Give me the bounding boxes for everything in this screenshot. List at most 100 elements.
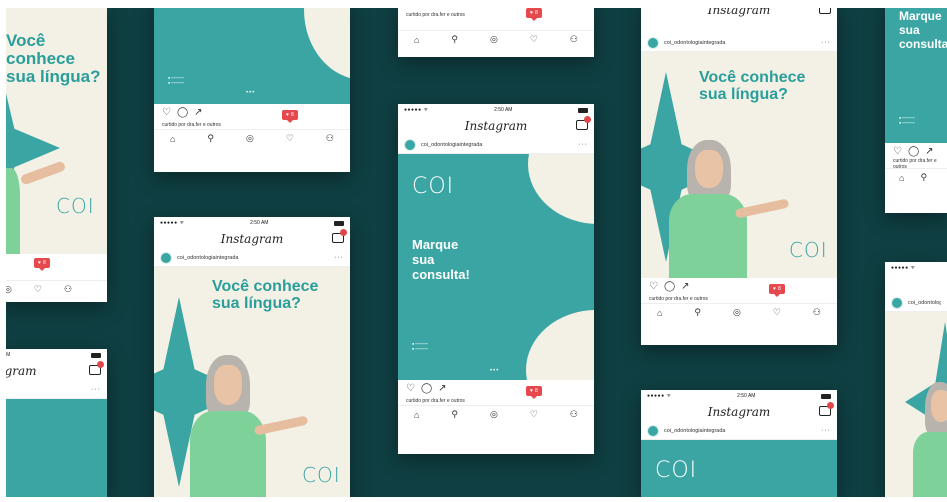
post-header: coi_odontologiaintegrada ··· [0,381,107,399]
phone-right-question: Instagram coi_odontologiaintegrada ··· V… [641,0,837,345]
inbox-icon[interactable] [576,116,591,130]
likes-badge: ♥ 8 [526,8,542,21]
more-icon[interactable]: ··· [821,39,831,46]
post-header: coi_odontologiaintegrada ··· [398,136,594,154]
likes-badge: ♥ 8 [282,110,298,123]
username[interactable]: coi_odontologiaintegrada [664,40,816,46]
post-image: Marque sua consulta! ■ ━━━━━━■ ━━━━━━ [885,0,947,143]
app-header: Instagram [0,361,107,381]
comment-icon[interactable]: ◯ [177,107,188,118]
bottom-nav: ⌂ ⚲ ◎ ♡ ⚇ [641,303,837,321]
avatar[interactable] [160,251,172,264]
bottom-nav: ⌂ ⚲ ◎ ♡ ⚇ [398,405,594,423]
likes-badge: ♥ 8 [34,258,50,271]
heart-icon[interactable]: ♡ [649,281,658,292]
username[interactable]: coi_odontologiaintegrada [421,142,573,148]
app-header: Instagram [398,116,594,136]
avatar[interactable] [647,424,659,437]
phone-top-2: consulta! ■ ━━━━━━■ ━━━━━━ ••• ♡ ◯ ↗ cur… [154,0,350,172]
comment-icon[interactable]: ◯ [664,281,675,292]
avatar[interactable] [404,138,416,151]
post-image: Você conhece sua língua? COI [0,8,107,254]
heart-icon[interactable]: ♡ [530,34,538,45]
liked-by-text: curtido por dra.fer e outros [893,157,937,170]
more-icon[interactable]: ··· [821,427,831,434]
camera-icon[interactable]: ◎ [490,409,498,420]
avatar[interactable] [891,296,903,309]
bottom-nav: ⌂ ⚲ [885,168,947,186]
profile-icon[interactable]: ⚇ [64,284,72,295]
profile-icon[interactable]: ⚇ [570,34,578,45]
search-icon[interactable]: ⚲ [451,409,458,420]
app-header: Instagram [641,402,837,422]
home-icon[interactable]: ⌂ [414,410,419,420]
inbox-icon[interactable] [819,402,834,416]
profile-icon[interactable]: ⚇ [813,307,821,318]
heart-icon[interactable]: ♡ [34,284,42,295]
brand-logo: COI [412,174,455,199]
brand-logo: COI [789,238,828,262]
comment-icon[interactable]: ◯ [908,146,919,157]
comment-icon[interactable]: ◯ [421,383,432,394]
brand-logo: COI [655,458,698,483]
username[interactable]: coi_odontologiaintegrada [664,428,816,434]
phone-bottom-center: ●●●●● ᯤ 2:50 AM Instagram coi_odontologi… [641,390,837,502]
mockup-scene: Você conhece sua língua? COI ♥ 8 ◎ ♡ ⚇ c… [0,0,947,502]
brand-logo: COI [302,463,341,487]
heart-icon[interactable]: ♡ [406,383,415,394]
likes-badge: ♥ 8 [526,386,542,399]
status-bar: ●●●●● ᯤ 2:50 AM [398,104,594,116]
search-icon[interactable]: ⚲ [207,133,214,144]
profile-icon[interactable]: ⚇ [326,133,334,144]
heart-icon[interactable]: ♡ [893,146,902,157]
post-actions: ♡ ◯ ↗ [641,278,837,294]
camera-icon[interactable]: ◎ [246,133,254,144]
post-header: coi_odontologiaintegrada [885,294,947,312]
phone-left-question: ●●●●● ᯤ 2:50 AM Instagram coi_odontologi… [154,217,350,502]
status-bar: ●●●●● ᯤ 2:50 AM [641,390,837,402]
post-header: coi_odontologiaintegrada ··· [154,249,350,267]
more-icon[interactable]: ··· [578,141,588,148]
search-icon[interactable]: ⚲ [694,307,701,318]
inbox-icon[interactable] [332,229,347,243]
bottom-nav: ⌂ ⚲ ◎ ♡ ⚇ [398,30,594,48]
phone-right-edge-bottom: ●●●●● ᯤ coi_odontologiaintegrada [885,262,947,502]
app-header: Instagram [154,229,350,249]
inbox-icon[interactable] [89,361,104,375]
home-icon[interactable]: ⌂ [657,308,662,318]
post-image: Você conhece sua língua? COI [154,267,350,502]
heart-icon[interactable]: ♡ [162,107,171,118]
status-bar: ●●●●● ᯤ [891,265,916,271]
more-icon[interactable]: ··· [91,386,101,393]
phone-top-left: Você conhece sua língua? COI ♥ 8 ◎ ♡ ⚇ [0,8,107,302]
camera-icon[interactable]: ◎ [490,34,498,45]
heart-icon[interactable]: ♡ [286,133,294,144]
share-icon[interactable]: ↗ [925,146,933,157]
phone-right-edge-top: Marque sua consulta! ■ ━━━━━━■ ━━━━━━ ♡ … [885,0,947,213]
bottom-nav: ◎ ♡ ⚇ [0,280,107,298]
post-headline: Você conhece sua língua? [6,31,101,86]
heart-icon[interactable]: ♡ [530,409,538,420]
phone-top-3: curtido por dra.fer e outros ♥ 8 ⌂ ⚲ ◎ ♡… [398,0,594,57]
share-icon[interactable]: ↗ [438,383,446,394]
search-icon[interactable]: ⚲ [451,34,458,45]
heart-icon[interactable]: ♡ [773,307,781,318]
home-icon[interactable]: ⌂ [170,134,175,144]
liked-by-text: curtido por dra.fer e outros [649,295,708,302]
avatar[interactable] [647,36,659,49]
share-icon[interactable]: ↗ [681,281,689,292]
more-icon[interactable]: ··· [334,254,344,261]
camera-icon[interactable]: ◎ [733,307,741,318]
username[interactable]: coi_odontologiaintegrada [0,387,86,393]
profile-icon[interactable]: ⚇ [570,409,578,420]
username[interactable]: coi_odontologiaintegrada [908,300,941,306]
search-icon[interactable]: ⚲ [920,172,927,183]
post-image: Você conhece sua língua? COI [641,52,837,278]
home-icon[interactable]: ⌂ [899,173,904,183]
home-icon[interactable]: ⌂ [414,35,419,45]
liked-by-text: curtido por dra.fer e outros [406,397,465,404]
share-icon[interactable]: ↗ [194,107,202,118]
bottom-nav: ⌂ ⚲ ◎ ♡ ⚇ [154,129,350,147]
username[interactable]: coi_odontologiaintegrada [177,255,329,261]
app-title: Instagram [220,232,284,246]
